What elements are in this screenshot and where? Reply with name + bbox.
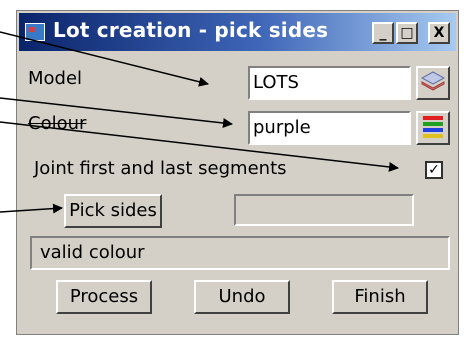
colour-select-button[interactable] xyxy=(416,111,450,145)
maximize-button[interactable]: □ xyxy=(396,22,418,44)
status-message: valid colour xyxy=(30,236,450,270)
title-bar[interactable]: Lot creation - pick sides _ □ X xyxy=(19,13,456,51)
model-select-button[interactable] xyxy=(416,66,450,100)
app-icon xyxy=(25,23,45,41)
finish-button[interactable]: Finish xyxy=(332,280,428,314)
layers-icon xyxy=(420,71,446,91)
window-title: Lot creation - pick sides xyxy=(53,18,329,42)
process-button[interactable]: Process xyxy=(56,280,152,314)
undo-button[interactable]: Undo xyxy=(194,280,290,314)
pick-sides-button[interactable]: Pick sides xyxy=(64,194,162,228)
minimize-button[interactable]: _ xyxy=(372,22,394,44)
colour-bars-icon xyxy=(423,116,443,138)
colour-field[interactable]: purple xyxy=(248,111,411,145)
colour-label: Colour xyxy=(28,113,87,134)
close-button[interactable]: X xyxy=(428,22,450,44)
model-field[interactable]: LOTS xyxy=(248,66,411,100)
model-label: Model xyxy=(28,68,83,89)
pick-sides-field xyxy=(234,194,414,226)
joint-label: Joint first and last segments xyxy=(34,158,287,179)
joint-checkbox[interactable]: ✓ xyxy=(425,161,443,179)
